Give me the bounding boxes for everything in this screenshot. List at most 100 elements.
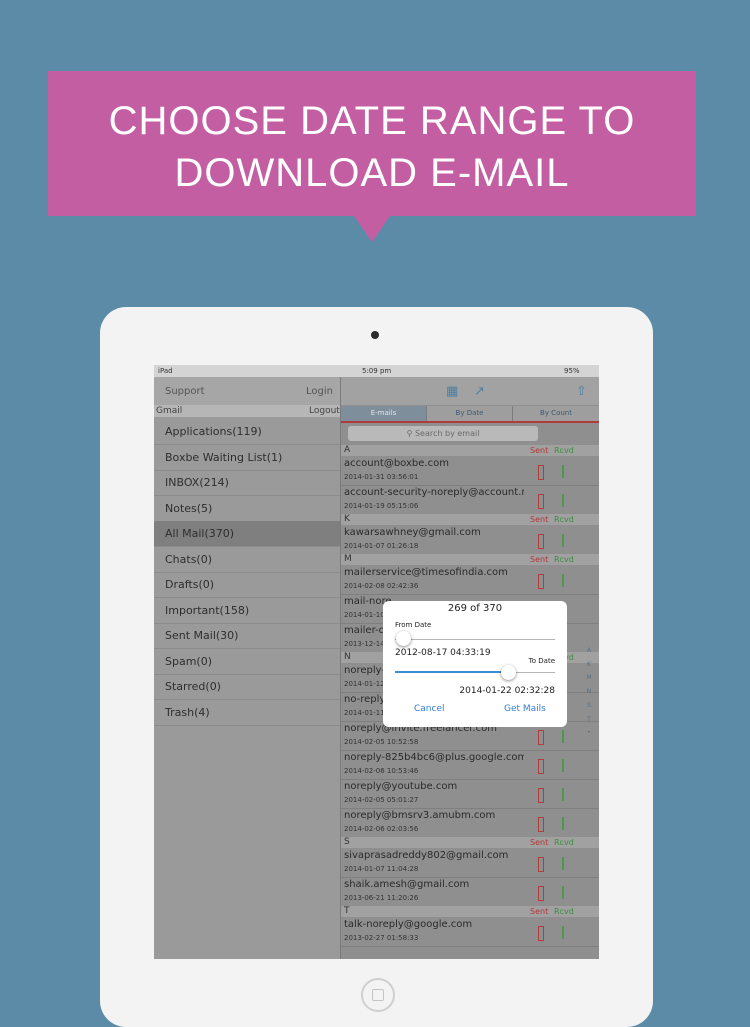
calendar-icon[interactable]: ▦ <box>446 384 458 399</box>
toolbar: ▦ ↗ ⇧ <box>341 377 599 405</box>
mail-address: noreply@youtube.com <box>344 781 458 792</box>
mail-count: 269 of 370 <box>447 603 503 614</box>
support-button[interactable]: Support <box>165 386 205 397</box>
index-letter[interactable]: • <box>584 726 594 740</box>
received-bar <box>562 494 564 507</box>
section-header: M Sent Rcvd <box>341 554 599 565</box>
received-bar <box>562 857 564 870</box>
sent-bar <box>538 534 544 549</box>
mail-address: talk-noreply@google.com <box>344 919 473 930</box>
folder-label: Starred(0) <box>165 680 221 693</box>
sent-column-label: Sent <box>530 838 549 847</box>
sent-column-label: Sent <box>530 555 549 564</box>
account-name: Gmail <box>156 406 183 416</box>
mail-row[interactable]: noreply@youtube.com 2014-02-05 05:01:27 <box>341 779 599 809</box>
tab-emails[interactable]: E-mails <box>341 406 427 421</box>
banner-title: CHOOSE DATE RANGE TO DOWNLOAD E-MAIL <box>48 95 696 199</box>
tab-by-date[interactable]: By Date <box>427 406 513 421</box>
mail-row[interactable]: account-security-noreply@account.mic... 2… <box>341 485 599 515</box>
section-index[interactable]: A K M N S T • <box>584 644 594 740</box>
mail-row[interactable]: noreply-825b4bc6@plus.google.com 2014-02-… <box>341 750 599 780</box>
sent-bar <box>538 817 544 832</box>
mail-date: 2014-02-05 10:52:58 <box>344 738 419 746</box>
to-date-slider-thumb[interactable] <box>501 665 516 680</box>
index-letter[interactable]: K <box>584 658 594 672</box>
from-date-slider-thumb[interactable] <box>396 631 411 646</box>
search-input[interactable]: ⚲ Search by email <box>348 426 538 441</box>
folder-label: Boxbe Waiting List(1) <box>165 450 283 464</box>
sent-column-label: Sent <box>530 907 549 916</box>
status-bar: iPad 5:09 pm 95% <box>154 365 599 377</box>
section-header: S Sent Rcvd <box>341 837 599 848</box>
received-bar <box>562 759 564 772</box>
index-letter[interactable]: M <box>584 671 594 685</box>
camera-icon <box>371 331 379 339</box>
mail-row[interactable]: sivaprasadreddy802@gmail.com 2014-01-07 1… <box>341 848 599 878</box>
from-date-slider[interactable] <box>395 639 555 640</box>
sidebar-folder[interactable]: All Mail(370) <box>154 521 340 547</box>
received-column-label: Rcvd <box>554 446 574 455</box>
date-range-dialog: 269 of 370 From Date 2012-08-17 04:33:19… <box>383 601 567 727</box>
sidebar-folder[interactable]: Applications(119) <box>154 419 340 445</box>
sidebar-folder[interactable]: Important(158) <box>154 598 340 624</box>
tab-by-count[interactable]: By Count <box>513 406 599 421</box>
sidebar: Support Login Gmail Logout Applications(… <box>154 377 341 959</box>
received-bar <box>562 534 564 547</box>
mail-date: 2013-06-21 11:20:26 <box>344 894 419 902</box>
to-date-label: To Date <box>528 657 555 665</box>
mail-row[interactable]: account@boxbe.com 2014-01-31 03:56:01 <box>341 456 599 486</box>
chart-icon[interactable]: ↗ <box>474 384 485 399</box>
sidebar-folder[interactable]: Starred(0) <box>154 674 340 700</box>
sidebar-folder[interactable]: Trash(4) <box>154 700 340 726</box>
sidebar-folder[interactable]: INBOX(214) <box>154 470 340 496</box>
mail-row[interactable]: talk-noreply@google.com 2013-02-27 01:58:… <box>341 917 599 947</box>
home-button[interactable] <box>361 978 395 1012</box>
index-letter[interactable]: T <box>584 713 594 727</box>
mail-row[interactable]: noreply@bmsrv3.amubm.com 2014-02-06 02:03… <box>341 808 599 838</box>
mail-address: account@boxbe.com <box>344 458 449 469</box>
status-device: iPad <box>158 367 173 375</box>
sidebar-folder[interactable]: Drafts(0) <box>154 572 340 598</box>
mail-date: 2014-02-06 02:03:56 <box>344 825 419 833</box>
sidebar-folder[interactable]: Sent Mail(30) <box>154 623 340 649</box>
received-bar <box>562 788 564 801</box>
section-letter: M <box>344 554 352 564</box>
mail-row[interactable]: mailerservice@timesofindia.com 2014-02-08… <box>341 565 599 595</box>
sidebar-folder[interactable]: Chats(0) <box>154 547 340 573</box>
share-icon[interactable]: ⇧ <box>576 384 587 399</box>
banner-pointer <box>354 216 390 242</box>
sidebar-folder[interactable]: Boxbe Waiting List(1) <box>154 445 340 471</box>
mail-row[interactable]: kawarsawhney@gmail.com 2014-01-07 01:26:1… <box>341 525 599 555</box>
sent-bar <box>538 465 544 480</box>
mail-address: noreply@bmsrv3.amubm.com <box>344 810 496 821</box>
folder-label: Applications(119) <box>165 425 262 438</box>
sent-bar <box>538 926 544 941</box>
mail-date: 2014-01-12 <box>344 680 385 688</box>
sent-column-label: Sent <box>530 515 549 524</box>
folder-label: Notes(5) <box>165 501 213 515</box>
logout-button[interactable]: Logout <box>309 406 340 416</box>
get-mails-button[interactable]: Get Mails <box>504 704 546 714</box>
mail-date: 2013-02-27 01:58:33 <box>344 934 419 942</box>
index-letter[interactable]: N <box>584 685 594 699</box>
to-date-slider-fill <box>395 671 508 673</box>
mail-row[interactable]: shaik.amesh@gmail.com 2013-06-21 11:20:26 <box>341 877 599 907</box>
search-placeholder: Search by email <box>414 429 480 438</box>
sent-bar <box>538 857 544 872</box>
received-column-label: Rcvd <box>554 555 574 564</box>
cancel-button[interactable]: Cancel <box>414 704 445 714</box>
sidebar-folder[interactable]: Spam(0) <box>154 649 340 675</box>
login-button[interactable]: Login <box>306 386 333 397</box>
index-letter[interactable]: S <box>584 699 594 713</box>
received-bar <box>562 730 564 743</box>
mail-date: 2014-01-19 05:15:06 <box>344 502 419 510</box>
section-header: A Sent Rcvd <box>341 445 599 456</box>
index-letter[interactable]: A <box>584 644 594 658</box>
section-letter: A <box>344 445 351 455</box>
section-letter: S <box>344 837 350 847</box>
sent-bar <box>538 494 544 509</box>
status-battery: 95% <box>564 367 580 375</box>
sidebar-folder[interactable]: Notes(5) <box>154 496 340 522</box>
mail-address: sivaprasadreddy802@gmail.com <box>344 850 509 861</box>
mail-address: noreply-825b4bc6@plus.google.com <box>344 752 524 763</box>
